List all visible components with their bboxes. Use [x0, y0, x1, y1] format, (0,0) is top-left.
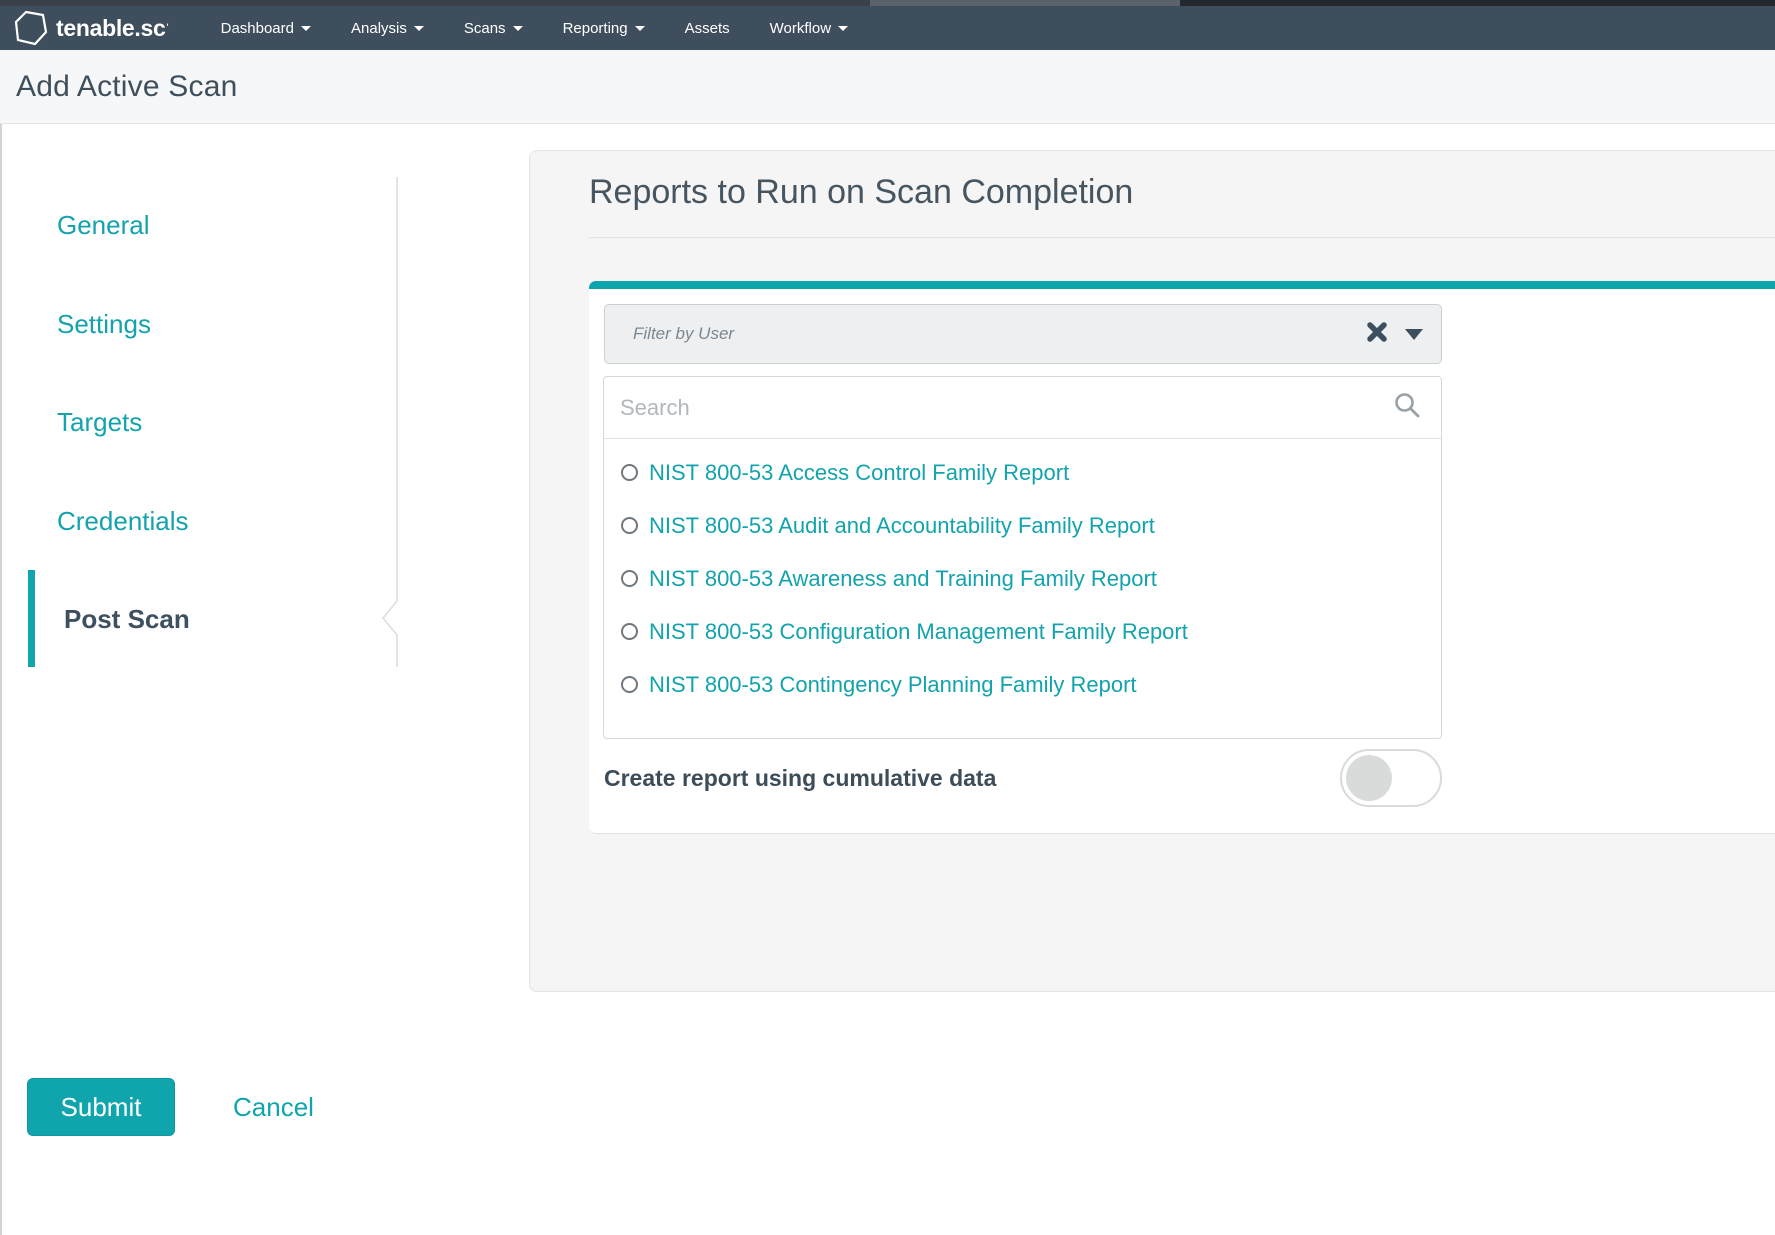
caret-down-icon	[513, 26, 523, 31]
sidebar-item-settings[interactable]: Settings	[57, 309, 151, 340]
brand-trademark: '	[167, 22, 169, 34]
app-window: tenable.sc ' Dashboard Analysis Scans Re…	[0, 0, 1775, 1235]
report-radio[interactable]	[621, 517, 638, 534]
search-icon	[1393, 391, 1421, 424]
search-input[interactable]	[620, 395, 1393, 421]
section-title: Reports to Run on Scan Completion	[589, 173, 1133, 212]
page-title: Add Active Scan	[16, 70, 237, 104]
report-list: NIST 800-53 Access Control Family Report…	[604, 439, 1441, 711]
nav-item-scans[interactable]: Scans	[444, 6, 543, 50]
report-row[interactable]: NIST 800-53 Audit and Accountability Fam…	[604, 499, 1441, 552]
report-radio[interactable]	[621, 570, 638, 587]
brand-name: tenable.sc	[56, 15, 166, 42]
report-radio[interactable]	[621, 676, 638, 693]
report-row[interactable]: NIST 800-53 Contingency Planning Family …	[604, 658, 1441, 711]
toggle-knob	[1346, 755, 1392, 801]
report-link[interactable]: NIST 800-53 Configuration Management Fam…	[649, 619, 1188, 645]
nav-item-dashboard[interactable]: Dashboard	[201, 6, 331, 50]
nav-menu: Dashboard Analysis Scans Reporting Asset…	[201, 6, 868, 50]
active-tab-indicator	[28, 570, 35, 667]
report-radio[interactable]	[621, 623, 638, 640]
nav-item-analysis[interactable]: Analysis	[331, 6, 444, 50]
submit-button[interactable]: Submit	[27, 1078, 175, 1136]
top-navbar: tenable.sc ' Dashboard Analysis Scans Re…	[0, 6, 1775, 50]
caret-down-icon	[414, 26, 424, 31]
nav-item-workflow[interactable]: Workflow	[750, 6, 868, 50]
nav-item-assets[interactable]: Assets	[665, 6, 750, 50]
report-picker: NIST 800-53 Access Control Family Report…	[603, 376, 1442, 739]
search-bar	[604, 377, 1441, 439]
cancel-link[interactable]: Cancel	[233, 1092, 314, 1123]
report-link[interactable]: NIST 800-53 Contingency Planning Family …	[649, 672, 1137, 698]
nav-item-reporting[interactable]: Reporting	[543, 6, 665, 50]
sidebar-item-general[interactable]: General	[57, 210, 150, 241]
caret-down-icon	[301, 26, 311, 31]
hexagon-logo-icon	[13, 9, 49, 47]
sidebar-item-post-scan[interactable]: Post Scan	[64, 604, 190, 635]
form-actions: Submit Cancel	[27, 1078, 314, 1136]
report-link[interactable]: NIST 800-53 Access Control Family Report	[649, 460, 1069, 486]
tenable-logo[interactable]: tenable.sc '	[13, 9, 169, 47]
filter-placeholder: Filter by User	[633, 324, 734, 344]
chevron-down-icon[interactable]	[1405, 329, 1423, 340]
cumulative-toggle-label: Create report using cumulative data	[604, 765, 996, 792]
page-title-bar: Add Active Scan	[0, 50, 1775, 124]
caret-down-icon	[838, 26, 848, 31]
report-link[interactable]: NIST 800-53 Awareness and Training Famil…	[649, 566, 1157, 592]
cumulative-toggle-row: Create report using cumulative data	[604, 733, 1442, 823]
clear-filter-icon[interactable]	[1365, 320, 1389, 349]
cumulative-data-toggle[interactable]	[1340, 749, 1442, 807]
sidebar-item-targets[interactable]: Targets	[57, 407, 142, 438]
post-scan-panel: Reports to Run on Scan Completion Filter…	[529, 150, 1775, 992]
report-link[interactable]: NIST 800-53 Audit and Accountability Fam…	[649, 513, 1155, 539]
sidebar-item-credentials[interactable]: Credentials	[57, 506, 189, 537]
reports-card: Filter by User	[589, 281, 1775, 834]
sidebar-divider	[379, 177, 401, 674]
report-row[interactable]: NIST 800-53 Access Control Family Report	[604, 446, 1441, 499]
filter-by-user-select[interactable]: Filter by User	[604, 304, 1442, 364]
section-title-divider	[589, 237, 1775, 238]
content-area: General Settings Targets Credentials Pos…	[0, 124, 1775, 1235]
caret-down-icon	[635, 26, 645, 31]
report-row[interactable]: NIST 800-53 Awareness and Training Famil…	[604, 552, 1441, 605]
report-radio[interactable]	[621, 464, 638, 481]
report-row[interactable]: NIST 800-53 Configuration Management Fam…	[604, 605, 1441, 658]
